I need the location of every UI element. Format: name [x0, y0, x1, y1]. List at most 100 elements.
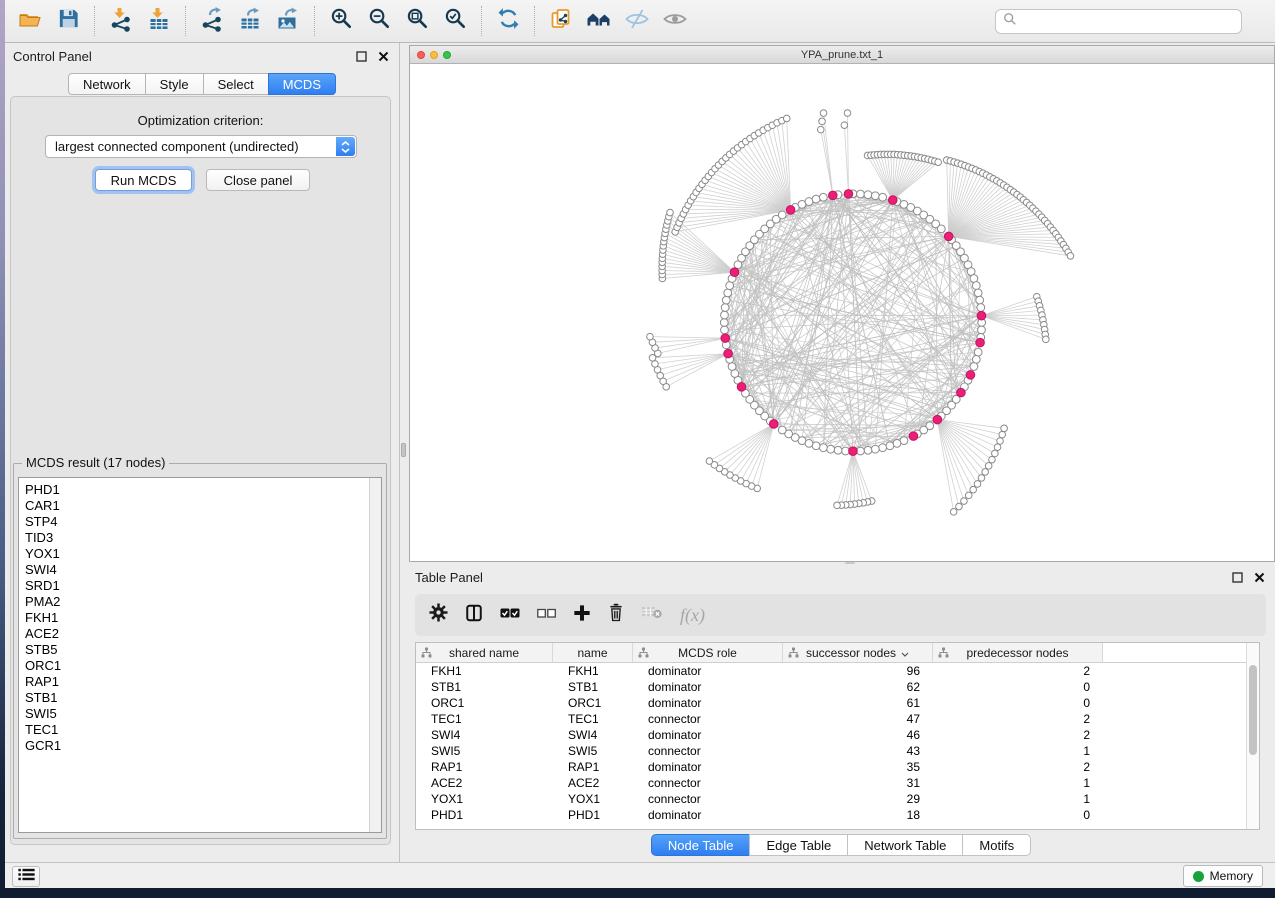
table-row[interactable]: ACE2ACE2connector311	[416, 775, 1259, 791]
zoom-in-button[interactable]	[325, 5, 357, 37]
graph-nodes[interactable]	[647, 110, 1074, 515]
table-row[interactable]: YOX1YOX1connector291	[416, 791, 1259, 807]
table-cell: SWI4	[416, 727, 553, 743]
mcds-result-item[interactable]: FKH1	[25, 610, 381, 626]
table-panel-titlebar: Table Panel	[407, 564, 1275, 591]
table-row[interactable]: SWI4SWI4dominator462	[416, 727, 1259, 743]
column-header-label: shared name	[449, 646, 519, 660]
tab-motifs[interactable]: Motifs	[962, 834, 1031, 856]
refresh-view-button[interactable]	[492, 5, 524, 37]
show-all-button[interactable]	[659, 5, 691, 37]
zoom-out-button[interactable]	[363, 5, 395, 37]
table-scrollbar[interactable]	[1246, 643, 1259, 829]
mcds-result-item[interactable]: SWI5	[25, 706, 381, 722]
zoom-selected-icon	[443, 6, 468, 36]
node-table[interactable]: shared name nameMCDS rolesuccessor nodesp…	[415, 642, 1260, 830]
delete-column-button[interactable]	[608, 602, 624, 628]
network-canvas[interactable]	[410, 64, 1274, 561]
select-all-button[interactable]	[500, 602, 520, 628]
table-row[interactable]: ORC1ORC1dominator610	[416, 695, 1259, 711]
column-layout-button[interactable]	[465, 602, 483, 628]
export-table-button[interactable]	[234, 5, 266, 37]
export-image-button[interactable]	[272, 5, 304, 37]
mcds-list-scrollbar[interactable]	[369, 478, 381, 832]
network-window-titlebar[interactable]: YPA_prune.txt_1	[410, 46, 1274, 64]
column-header-mcds-role[interactable]: MCDS role	[633, 643, 783, 663]
mcds-result-item[interactable]: STP4	[25, 514, 381, 530]
mcds-result-item[interactable]: RAP1	[25, 674, 381, 690]
tab-edge-table[interactable]: Edge Table	[749, 834, 848, 856]
mcds-result-list[interactable]: PHD1CAR1STP4TID3YOX1SWI4SRD1PMA2FKH1ACE2…	[18, 477, 382, 833]
table-cell: 2	[933, 663, 1103, 679]
zoom-fit-button[interactable]	[401, 5, 433, 37]
import-table-button[interactable]	[143, 5, 175, 37]
save-session-button[interactable]	[52, 5, 84, 37]
tab-network[interactable]: Network	[68, 73, 146, 95]
column-header-shared-name[interactable]: shared name	[416, 643, 553, 663]
splitter-grip[interactable]	[401, 443, 406, 457]
table-cell: 61	[783, 695, 933, 711]
table-cell: TEC1	[553, 711, 633, 727]
table-scrollbar-thumb[interactable]	[1249, 665, 1257, 755]
export-network-button[interactable]	[196, 5, 228, 37]
close-panel-action-button[interactable]: Close panel	[206, 169, 310, 191]
toolbar-separator	[94, 6, 95, 36]
vertical-splitter[interactable]	[400, 43, 407, 862]
tab-node-table[interactable]: Node Table	[651, 834, 751, 856]
tab-select[interactable]: Select	[203, 73, 269, 95]
mcds-result-item[interactable]: STB1	[25, 690, 381, 706]
float-panel-button[interactable]	[353, 49, 369, 65]
mcds-result-item[interactable]: CAR1	[25, 498, 381, 514]
mcds-result-item[interactable]: STB5	[25, 642, 381, 658]
node-table-body: FKH1FKH1dominator962STB1STB1dominator620…	[416, 663, 1259, 823]
first-neighbors-button[interactable]	[583, 5, 615, 37]
table-panel: Table Panel f(x) shared namenameMCDS rol…	[407, 564, 1275, 862]
table-row[interactable]: TEC1TEC1connector472	[416, 711, 1259, 727]
table-cell: STB1	[416, 679, 553, 695]
mcds-result-item[interactable]: ACE2	[25, 626, 381, 642]
column-header-successor-nodes[interactable]: successor nodes	[783, 643, 933, 663]
tab-network-table[interactable]: Network Table	[847, 834, 963, 856]
mcds-result-item[interactable]: TEC1	[25, 722, 381, 738]
mcds-result-item[interactable]: PHD1	[25, 482, 381, 498]
table-row[interactable]: SWI5SWI5connector431	[416, 743, 1259, 759]
duplicate-network-button[interactable]	[545, 5, 577, 37]
close-table-panel-button[interactable]	[1251, 570, 1267, 586]
table-row[interactable]: PHD1PHD1dominator180	[416, 807, 1259, 823]
automation-panel-button[interactable]	[12, 866, 40, 887]
close-panel-button[interactable]	[375, 49, 391, 65]
table-row[interactable]: RAP1RAP1dominator352	[416, 759, 1259, 775]
hide-selected-button[interactable]	[621, 5, 653, 37]
add-column-button[interactable]	[573, 602, 591, 628]
table-row[interactable]: FKH1FKH1dominator962	[416, 663, 1259, 679]
run-mcds-button[interactable]: Run MCDS	[95, 169, 192, 191]
deselect-all-button[interactable]	[537, 602, 556, 628]
mcds-result-items: PHD1CAR1STP4TID3YOX1SWI4SRD1PMA2FKH1ACE2…	[19, 478, 381, 754]
column-header-predecessor-nodes[interactable]: predecessor nodes	[933, 643, 1103, 663]
search-input[interactable]	[1022, 14, 1241, 30]
search-field[interactable]	[995, 9, 1242, 34]
mcds-result-item[interactable]: SWI4	[25, 562, 381, 578]
mcds-result-item[interactable]: GCR1	[25, 738, 381, 754]
tab-mcds[interactable]: MCDS	[268, 73, 336, 95]
network-desktop: YPA_prune.txt_1 Table Panel f(x)	[407, 43, 1275, 862]
table-settings-button[interactable]	[429, 602, 448, 628]
mcds-result-group: MCDS result (17 nodes) PHD1CAR1STP4TID3Y…	[13, 463, 387, 839]
zoom-selected-button[interactable]	[439, 5, 471, 37]
criterion-dropdown[interactable]: largest connected component (undirected)	[45, 135, 357, 158]
mcds-result-item[interactable]: ORC1	[25, 658, 381, 674]
memory-button[interactable]: Memory	[1183, 865, 1263, 887]
mcds-result-item[interactable]: YOX1	[25, 546, 381, 562]
mcds-result-item[interactable]: PMA2	[25, 594, 381, 610]
open-file-button[interactable]	[14, 5, 46, 37]
mcds-result-item[interactable]: SRD1	[25, 578, 381, 594]
table-cell: 96	[783, 663, 933, 679]
column-header-name[interactable]: name	[553, 643, 633, 663]
tab-style[interactable]: Style	[145, 73, 204, 95]
mcds-result-item[interactable]: TID3	[25, 530, 381, 546]
table-row[interactable]: STB1STB1dominator620	[416, 679, 1259, 695]
network-window-title: YPA_prune.txt_1	[410, 49, 1274, 61]
import-network-button[interactable]	[105, 5, 137, 37]
float-table-panel-button[interactable]	[1229, 570, 1245, 586]
table-cell: FKH1	[553, 663, 633, 679]
